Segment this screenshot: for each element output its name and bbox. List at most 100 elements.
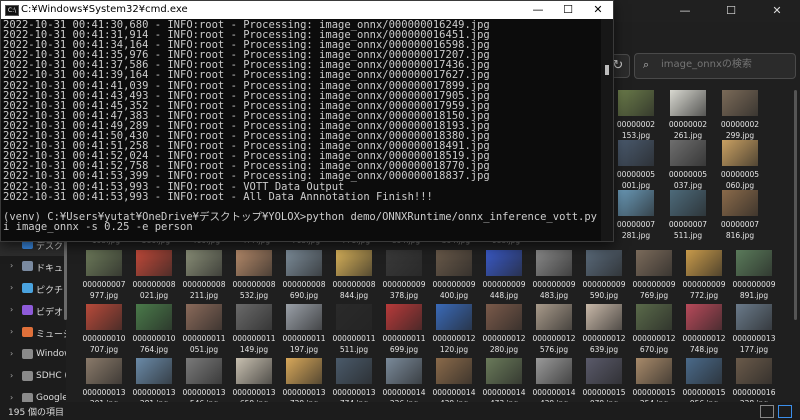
file-name-line: 00000005 [616,170,656,179]
console-line: i image_onnx -s 0.25 -e person [3,220,193,233]
image-preview [186,304,222,330]
image-preview [186,358,222,384]
nav-item-label: ミュージック [36,330,66,340]
image-preview [536,358,572,384]
image-preview [136,358,172,384]
folder-icon [22,371,33,381]
image-preview [436,358,472,384]
image-preview [670,190,706,216]
file-name-line: 00000002 [616,120,656,129]
nav-item[interactable]: › ピクチャ [0,278,66,300]
cmd-window: C:\ C:¥Windows¥System32¥cmd.exe — ☐ ✕ 20… [0,0,614,242]
image-preview [236,304,272,330]
nav-item[interactable]: › SDHC (F [0,366,66,388]
large-icons-view-icon[interactable] [778,405,792,418]
explorer-minimize-button[interactable]: — [662,0,708,22]
nav-item-label: ピクチャ [36,286,66,296]
nav-item-label: SDHC (F [36,371,66,381]
image-preview [722,190,758,216]
image-preview [86,250,122,276]
image-preview [618,140,654,166]
navigation-scrollbar[interactable] [64,230,67,320]
chevron-right-icon[interactable]: › [10,305,13,314]
nav-item[interactable]: › ミュージック [0,322,66,344]
cmd-close-button[interactable]: ✕ [583,1,613,19]
image-preview [336,250,372,276]
search-input[interactable] [659,58,793,71]
nav-item-label: ビデオ [36,308,64,318]
details-view-icon[interactable] [760,405,774,418]
folder-icon [22,283,33,293]
file-name-line: 177.jpg [739,345,769,354]
file-name-line: 00000007 [616,220,656,229]
image-preview [736,250,772,276]
console-scrollbar-thumb[interactable] [605,65,609,75]
image-preview [636,304,672,330]
image-preview [722,90,758,116]
file-name-line: 281.jpg [621,231,651,240]
image-preview [536,250,572,276]
image-preview [436,250,472,276]
folder-icon [22,305,33,315]
image-preview [618,190,654,216]
cmd-titlebar[interactable]: C:\ C:¥Windows¥System32¥cmd.exe — ☐ ✕ [1,1,613,19]
file-name-line: 00000005 [668,170,708,179]
file-name: 000000009 891.jpg [724,279,784,301]
file-name-line: 816.jpg [725,231,755,240]
chevron-right-icon[interactable]: › [10,283,13,292]
image-preview [636,358,672,384]
chevron-right-icon[interactable]: › [10,371,13,380]
image-preview [86,304,122,330]
image-preview [586,304,622,330]
folder-icon [22,349,33,359]
file-name-line: 000000013 [732,334,776,343]
console-output[interactable]: 2022-10-31 00:41:30,680 - INFO:root - Pr… [1,19,601,241]
image-preview [618,90,654,116]
image-preview [286,304,322,330]
explorer-maximize-button[interactable]: ☐ [708,0,754,22]
image-preview [586,250,622,276]
nav-item[interactable]: › ドキュメント [0,256,66,278]
image-preview [486,250,522,276]
file-name: 00000002 153.jpg [606,119,666,141]
folder-icon [22,261,33,271]
status-bar: 195 個の項目 [0,402,800,420]
image-preview [86,358,122,384]
content-scrollbar[interactable] [794,90,797,320]
file-name: 00000002 299.jpg [710,119,770,141]
nav-item[interactable]: › Windows [0,344,66,366]
image-preview [236,358,272,384]
file-name: 000000016228.jpg [724,387,784,402]
folder-icon [22,327,33,337]
image-preview [436,304,472,330]
image-preview [670,90,706,116]
console-line: 2022-10-31 00:41:53,993 - INFO:root - Al… [3,190,433,203]
chevron-right-icon[interactable]: › [10,393,13,402]
image-preview [136,250,172,276]
file-name: 00000007 511.jpg [658,219,718,241]
file-name-line: 000000009 [732,280,776,289]
nav-item-label: ドキュメント [36,264,66,274]
cmd-minimize-button[interactable]: — [523,1,553,19]
image-preview [736,304,772,330]
chevron-right-icon[interactable]: › [10,349,13,358]
image-preview [386,304,422,330]
chevron-right-icon[interactable]: › [10,327,13,336]
search-box[interactable]: ⌕ [634,53,796,79]
image-preview [686,250,722,276]
cmd-maximize-button[interactable]: ☐ [553,1,583,19]
explorer-close-button[interactable]: ✕ [754,0,800,22]
image-preview [586,358,622,384]
file-name: 00000007 816.jpg [710,219,770,241]
image-preview [670,140,706,166]
chevron-right-icon[interactable]: › [10,261,13,270]
image-preview [336,304,372,330]
console-line: 2022-10-31 00:41:53,399 - INFO:root - Pr… [3,170,490,183]
console-text: 2022-10-31 00:41:30,680 - INFO:root - Pr… [3,20,601,232]
file-name-line: 891.jpg [739,291,769,300]
image-preview [536,304,572,330]
image-preview [136,304,172,330]
image-preview [236,250,272,276]
console-scrollbar[interactable] [601,19,613,241]
nav-item[interactable]: › ビデオ [0,300,66,322]
